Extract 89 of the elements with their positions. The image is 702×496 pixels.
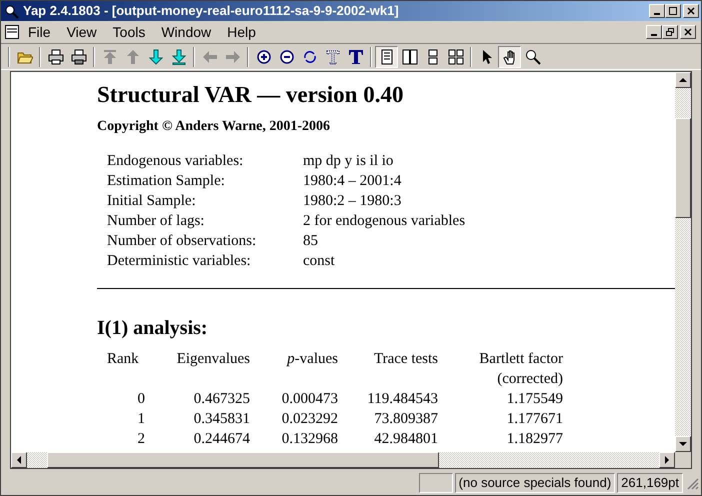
single-page-icon — [378, 48, 394, 64]
toolbar-button[interactable] — [498, 46, 521, 68]
table-cell-text: 0.345831 — [194, 410, 250, 429]
first-page-icon — [102, 48, 118, 64]
field-value: 1980:2 – 1980:3 — [303, 192, 402, 211]
scroll-thumb[interactable] — [47, 452, 439, 468]
hand-icon — [502, 48, 518, 64]
app-icon — [3, 3, 19, 19]
menu-item[interactable]: Tools — [104, 22, 154, 42]
copyright-line: Copyright © Anders Warne, 2001-2006 — [97, 118, 330, 136]
menu-item[interactable]: View — [58, 22, 105, 42]
menu-item[interactable]: File — [20, 22, 59, 42]
table-cell-text: 0 — [138, 390, 146, 409]
field-label: Deterministic variables: — [107, 252, 252, 271]
table-cell-text: 119.484543 — [367, 390, 438, 409]
scroll-down-button[interactable] — [675, 436, 691, 452]
field-value: const — [303, 252, 335, 271]
status-pane — [418, 473, 453, 493]
table-cell-text: 73.809387 — [374, 410, 438, 429]
section-heading: I(1) analysis: — [97, 316, 208, 341]
outline-letter-icon — [324, 48, 340, 64]
scroll-thumb[interactable] — [675, 118, 691, 218]
refresh-icon — [302, 48, 318, 64]
maximize-button[interactable] — [665, 4, 681, 18]
table-cell-text: 1.182977 — [506, 430, 563, 449]
status-pane: (no source specials found) — [454, 473, 616, 493]
field-label: Endogenous variables: — [107, 152, 244, 171]
magnifier-icon — [524, 48, 540, 64]
field-label: Number of lags: — [107, 212, 206, 231]
toolbar-button[interactable] — [375, 46, 398, 68]
field-value: 1980:4 – 2001:4 — [303, 172, 402, 191]
table-cell-text: 0.244674 — [194, 430, 250, 449]
vertical-scrollbar[interactable] — [675, 72, 691, 452]
document-title: Structural VAR — version 0.40 — [97, 81, 404, 109]
left-triangle-icon — [16, 456, 22, 464]
field-label: Number of observations: — [107, 232, 258, 251]
close-icon — [687, 7, 695, 15]
field-value: mp dp y is il io — [303, 152, 394, 171]
document-icon — [4, 24, 20, 40]
field-value: 85 — [303, 232, 318, 251]
window-title: Yap 2.4.1803 - [output-money-real-euro1112-sa-9-9-2002-wk1] — [23, 2, 400, 20]
left-arrow-icon — [202, 48, 218, 64]
column-header: Rank — [107, 350, 139, 369]
close-button[interactable] — [683, 4, 699, 18]
down-arrow-icon — [148, 48, 164, 64]
column-header: p-values — [287, 350, 338, 369]
last-page-icon — [170, 48, 186, 64]
right-arrow-icon — [224, 48, 240, 64]
menu-item[interactable]: Help — [219, 22, 264, 42]
column-header: Eigenvalues — [176, 350, 250, 369]
menu-item[interactable]: Window — [153, 22, 220, 42]
table-cell-text: 0.132968 — [282, 430, 338, 449]
scroll-up-button[interactable] — [675, 72, 691, 88]
printer-icon — [48, 48, 64, 64]
horizontal-scrollbar[interactable] — [11, 452, 675, 468]
double-page-icon — [402, 48, 418, 64]
field-value: 2 for endogenous variables — [303, 212, 466, 231]
up-arrow-icon — [124, 48, 140, 64]
right-triangle-icon — [664, 456, 670, 464]
scroll-left-button[interactable] — [11, 452, 27, 468]
resize-grip-icon — [685, 476, 699, 490]
table-cell-text: 0.467325 — [194, 390, 250, 409]
restore-icon — [666, 28, 674, 36]
zoom-in-icon — [256, 48, 272, 64]
close-icon — [684, 28, 692, 36]
page-grid-icon — [448, 48, 464, 64]
table-cell-text: 1.175549 — [506, 390, 563, 409]
printer-icon — [70, 48, 86, 64]
scroll-right-button[interactable] — [659, 452, 675, 468]
restore-button[interactable] — [662, 25, 678, 39]
field-label: Initial Sample: — [107, 192, 197, 211]
status-pane: 261,169pt — [617, 473, 683, 493]
bold-letter-icon — [348, 48, 364, 64]
table-cell-text: 2 — [138, 430, 146, 449]
up-triangle-icon — [679, 78, 687, 82]
minimize-button[interactable] — [649, 4, 665, 18]
zoom-out-icon — [278, 48, 294, 64]
maximize-icon — [669, 7, 677, 15]
column-header: Trace tests — [374, 350, 438, 369]
down-triangle-icon — [679, 442, 687, 446]
table-cell-text: 1.177671 — [506, 410, 563, 429]
table-cell-text: 42.984801 — [374, 430, 438, 449]
table-cell-text: 0.000473 — [282, 390, 338, 409]
close-button[interactable] — [680, 25, 696, 39]
field-label: Estimation Sample: — [107, 172, 226, 191]
minimize-button[interactable] — [646, 25, 662, 39]
column-header: Bartlett factor (corrected) — [478, 350, 563, 389]
table-cell-text: 1 — [138, 410, 146, 429]
table-cell-text: 0.023292 — [282, 410, 338, 429]
